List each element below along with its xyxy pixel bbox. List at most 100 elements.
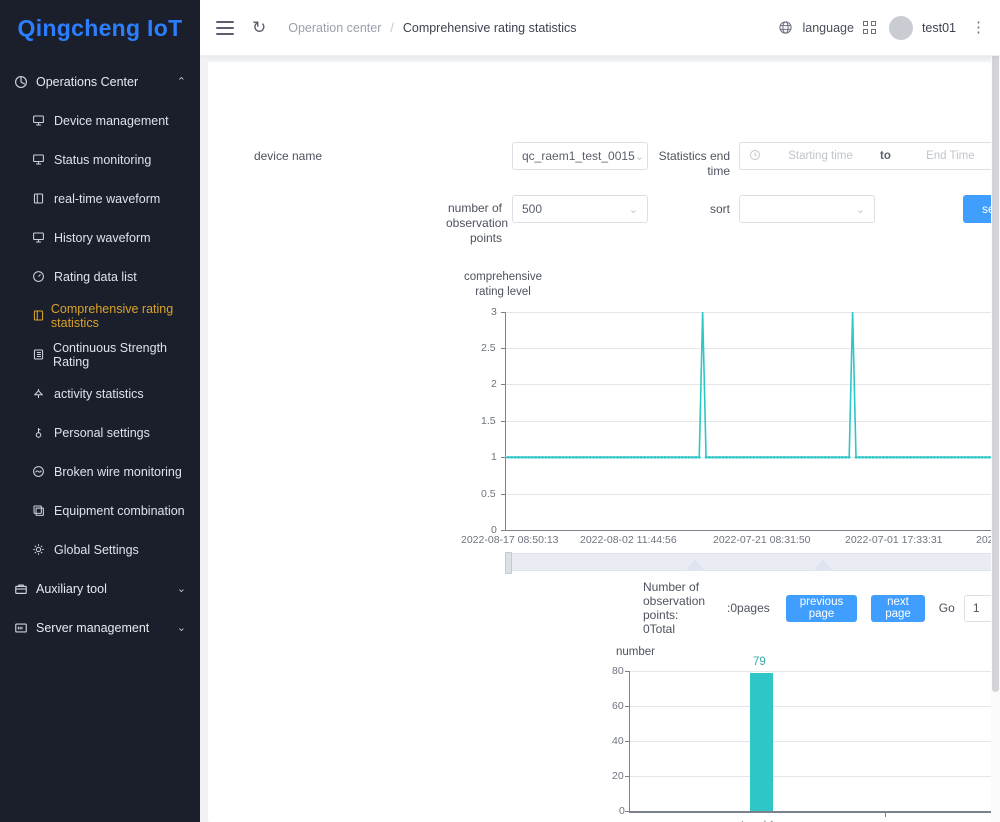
wave-circle-icon — [32, 465, 54, 478]
start-time-input[interactable]: Starting time — [768, 150, 873, 162]
x-tick-label: 2022-08-17 08:50:13 — [461, 534, 559, 546]
server-icon — [14, 621, 36, 635]
sidebar-item-personal-settings[interactable]: Personal settings — [0, 413, 200, 452]
chevron-up-icon[interactable]: ⌃ — [177, 75, 186, 88]
line-chart: comprehensive rating level time — [208, 252, 992, 574]
chevron-down-icon[interactable]: ⌄ — [177, 621, 186, 634]
panel-icon — [32, 192, 54, 205]
sidebar-item-activity-statistics[interactable]: activity statistics — [0, 374, 200, 413]
go-page-input[interactable] — [963, 594, 992, 622]
chevron-down-icon: ⌄ — [628, 203, 638, 216]
sidebar-item-device-management[interactable]: Device management — [0, 101, 200, 140]
sidebar-item-label: Global Settings — [54, 542, 139, 557]
y-tick-label: 2.5 — [481, 342, 496, 354]
chevron-down-icon: ⌄ — [855, 203, 865, 216]
more-vertical-icon[interactable]: ⋮ — [971, 20, 986, 35]
username-label[interactable]: test01 — [922, 21, 956, 35]
line-chart-ylabel: comprehensive rating level — [464, 271, 542, 298]
fullscreen-icon[interactable] — [862, 21, 876, 34]
sidebar-item-label: Comprehensive rating statistics — [50, 301, 174, 330]
datazoom-handle-left[interactable] — [505, 552, 512, 574]
brand-name: Qingcheng IoT — [17, 14, 183, 41]
gear-icon — [32, 543, 54, 556]
language-label[interactable]: language — [802, 21, 853, 35]
sidebar-item-comprehensive-rating-statistics[interactable]: Comprehensive rating statistics — [0, 296, 200, 335]
y-tickmark — [625, 706, 630, 707]
pagination-bar: Number of observation points: 0Total :0p… — [643, 580, 992, 636]
x-tick-label: 2022-07-21 08:31:50 — [713, 534, 811, 546]
sort-label: sort — [709, 202, 730, 216]
datazoom-slider[interactable] — [505, 552, 992, 574]
bar-chart: number Comprehensive ratings 80 60 40 20… — [208, 637, 992, 822]
x-axis-line — [629, 811, 992, 813]
panel-icon — [32, 309, 51, 322]
content-scroll: device name qc_raem1_test_0015 ⌄ Statist… — [200, 56, 1000, 822]
sidebar-item-status-monitoring[interactable]: Status monitoring — [0, 140, 200, 179]
sidebar-group-operations-center[interactable]: Operations Center ⌃ — [0, 62, 200, 101]
device-name-label: device name — [253, 149, 322, 163]
gridline — [629, 706, 992, 707]
sidebar-item-label: Status monitoring — [54, 152, 152, 167]
next-page-button[interactable]: next page — [871, 594, 925, 622]
bar-level-1[interactable] — [750, 673, 773, 811]
gridline — [629, 776, 992, 777]
sidebar-group-auxiliary-tool[interactable]: Auxiliary tool ⌄ — [0, 569, 200, 608]
sidebar-item-label: Continuous Strength Rating — [53, 340, 168, 369]
globe-icon[interactable] — [778, 20, 793, 35]
sidebar-item-real-time-waveform[interactable]: real-time waveform — [0, 179, 200, 218]
list-icon — [32, 348, 53, 361]
sidebar-item-global-settings[interactable]: Global Settings — [0, 530, 200, 569]
topbar-right: language test01 ⋮ — [778, 15, 986, 40]
observation-points-value: 500 — [522, 202, 543, 216]
sidebar-item-label: Rating data list — [54, 269, 137, 284]
monitor-icon — [32, 231, 54, 244]
sidebar-item-continuous-strength-rating[interactable]: Continuous Strength Rating — [0, 335, 200, 374]
x-tick-label: 2022-08-02 11:44:56 — [580, 534, 677, 546]
breadcrumb-separator: / — [390, 20, 394, 35]
filter-form: device name qc_raem1_test_0015 ⌄ Statist… — [208, 62, 992, 245]
refresh-icon[interactable]: ↻ — [252, 19, 266, 36]
vertical-scrollbar[interactable] — [991, 0, 1000, 822]
y-tick-label: 2 — [491, 378, 497, 390]
chevron-down-icon[interactable]: ⌄ — [177, 582, 186, 595]
sidebar-item-label: History waveform — [54, 230, 151, 245]
sidebar-item-equipment-combination[interactable]: Equipment combination — [0, 491, 200, 530]
key-icon — [32, 426, 54, 439]
search-button[interactable]: search — [963, 195, 992, 223]
y-tick-label: 40 — [612, 735, 624, 747]
sidebar-item-rating-data-list[interactable]: Rating data list — [0, 257, 200, 296]
x-tickmark — [885, 812, 887, 817]
avatar[interactable] — [888, 15, 913, 40]
device-name-select[interactable]: qc_raem1_test_0015 ⌄ — [512, 142, 648, 170]
topbar: ↻ Operation center / Comprehensive ratin… — [200, 0, 1000, 56]
datazoom-bump — [814, 559, 832, 570]
toolbox-icon — [14, 582, 36, 596]
observation-points-select[interactable]: 500 ⌄ — [512, 195, 648, 223]
y-tick-label: 0.5 — [481, 488, 496, 500]
sidebar: Qingcheng IoT Operations Center ⌃ Device… — [0, 0, 200, 822]
x-tick-label: 2022-07-01 17:33:31 — [845, 534, 943, 546]
statistics-end-time-range[interactable]: Starting time to End Time — [739, 142, 992, 170]
sidebar-group-label: Auxiliary tool — [36, 581, 107, 596]
previous-page-button[interactable]: previous page — [785, 594, 858, 622]
sidebar-item-label: Broken wire monitoring — [54, 464, 182, 479]
hamburger-icon[interactable] — [216, 20, 234, 35]
end-time-input[interactable]: End Time — [898, 150, 992, 162]
breadcrumb-parent[interactable]: Operation center — [288, 21, 381, 35]
lamp-icon — [32, 387, 54, 400]
range-separator: to — [880, 150, 891, 162]
pie-chart-icon — [14, 75, 36, 89]
sidebar-group-server-management[interactable]: Server management ⌄ — [0, 608, 200, 647]
go-label: Go — [938, 601, 955, 615]
clock-icon — [749, 149, 761, 164]
sidebar-item-label: Device management — [54, 113, 169, 128]
sidebar-item-history-waveform[interactable]: History waveform — [0, 218, 200, 257]
y-tick-label: 60 — [612, 700, 624, 712]
sort-select[interactable]: ⌄ — [739, 195, 875, 223]
gauge-icon — [32, 270, 54, 283]
datazoom-bump — [686, 559, 704, 570]
y-tickmark — [625, 776, 630, 777]
scrollbar-thumb[interactable] — [992, 2, 999, 692]
monitor-icon — [32, 114, 54, 127]
sidebar-item-broken-wire-monitoring[interactable]: Broken wire monitoring — [0, 452, 200, 491]
